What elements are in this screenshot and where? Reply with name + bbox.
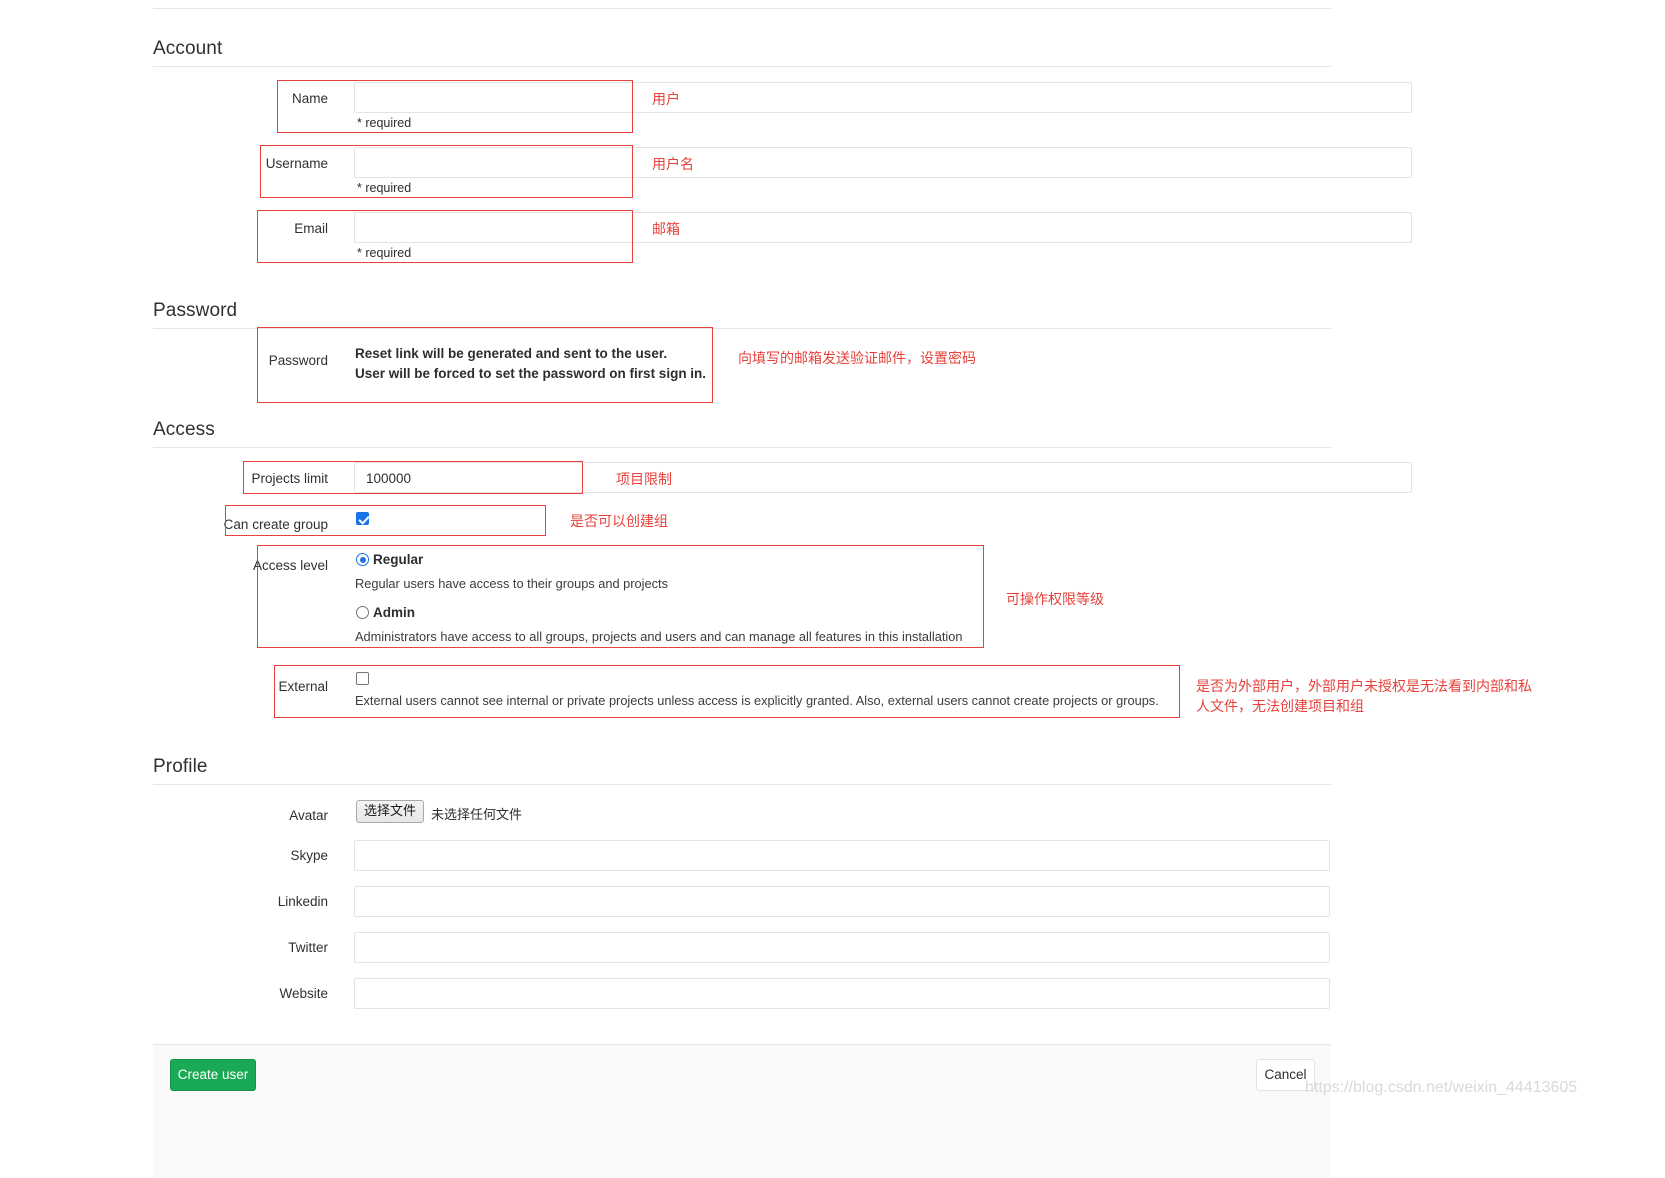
access-level-option-label-admin: Admin (373, 605, 415, 620)
watermark-text: https://blog.csdn.net/weixin_44413605 (1305, 1079, 1578, 1096)
annotation-box-external (274, 665, 1180, 718)
password-reset-line-2: User will be forced to set the password … (355, 366, 707, 381)
section-divider-access (153, 447, 1331, 448)
section-heading-account: Account (153, 38, 223, 59)
annotation-text-email: 邮箱 (652, 221, 680, 237)
annotation-text-external-line-1: 是否为外部用户，外部用户未授权是无法看到内部和私 (1196, 678, 1532, 694)
name-label: Name (291, 91, 328, 106)
section-divider-account (153, 66, 1331, 67)
projects-limit-input[interactable] (354, 462, 1412, 493)
skype-input[interactable] (354, 840, 1330, 871)
external-checkbox[interactable] (356, 672, 369, 685)
avatar-label: Avatar (289, 808, 328, 823)
annotation-text-can-create-group: 是否可以创建组 (570, 513, 668, 529)
username-label: Username (265, 156, 328, 171)
linkedin-label: Linkedin (277, 894, 328, 909)
name-required-note: * required (357, 116, 412, 130)
annotation-text-name: 用户 (652, 91, 680, 107)
top-divider (153, 8, 1331, 9)
email-required-note: * required (357, 246, 412, 260)
name-input[interactable] (354, 82, 1412, 113)
annotation-text-external-line-2: 人文件，无法创建项目和组 (1196, 698, 1364, 714)
access-level-option-desc-admin: Administrators have access to all groups… (355, 629, 963, 644)
email-input[interactable] (354, 212, 1412, 243)
email-label: Email (294, 221, 328, 236)
password-reset-line-1: Reset link will be generated and sent to… (355, 346, 668, 361)
website-input[interactable] (354, 978, 1330, 1009)
access-level-label: Access level (252, 558, 328, 573)
access-level-radio-regular[interactable] (356, 553, 369, 566)
username-input[interactable] (354, 147, 1412, 178)
twitter-input[interactable] (354, 932, 1330, 963)
projects-limit-label: Projects limit (251, 471, 328, 486)
annotation-text-username: 用户名 (652, 156, 694, 172)
username-required-note: * required (357, 181, 412, 195)
access-level-radio-admin[interactable] (356, 606, 369, 619)
access-level-option-desc-regular: Regular users have access to their group… (355, 576, 668, 591)
annotation-text-password: 向填写的邮箱发送验证邮件，设置密码 (738, 350, 976, 366)
annotation-text-projects-limit: 项目限制 (616, 471, 672, 487)
skype-label: Skype (290, 848, 328, 863)
section-heading-access: Access (153, 419, 215, 440)
annotation-text-access-level: 可操作权限等级 (1006, 591, 1104, 607)
section-divider-password (153, 328, 1331, 329)
can-create-group-checkbox[interactable] (356, 512, 369, 525)
create-user-form-page: Account Name * required 用户 Username * re… (0, 0, 1665, 1178)
form-actions-bar (153, 1044, 1331, 1178)
external-description: External users cannot see internal or pr… (355, 693, 1159, 708)
section-heading-password: Password (153, 300, 238, 321)
section-divider-profile (153, 784, 1331, 785)
section-heading-profile: Profile (153, 756, 208, 777)
twitter-label: Twitter (288, 940, 328, 955)
avatar-choose-file-button[interactable]: 选择文件 (356, 800, 424, 823)
linkedin-input[interactable] (354, 886, 1330, 917)
website-label: Website (279, 986, 328, 1001)
external-label: External (278, 679, 328, 694)
password-label: Password (268, 353, 328, 368)
access-level-option-label-regular: Regular (373, 552, 424, 567)
projects-limit-value: 100000 (366, 471, 412, 486)
avatar-file-status: 未选择任何文件 (431, 808, 523, 823)
create-user-button[interactable]: Create user (170, 1059, 256, 1091)
can-create-group-label: Can create group (223, 517, 328, 532)
